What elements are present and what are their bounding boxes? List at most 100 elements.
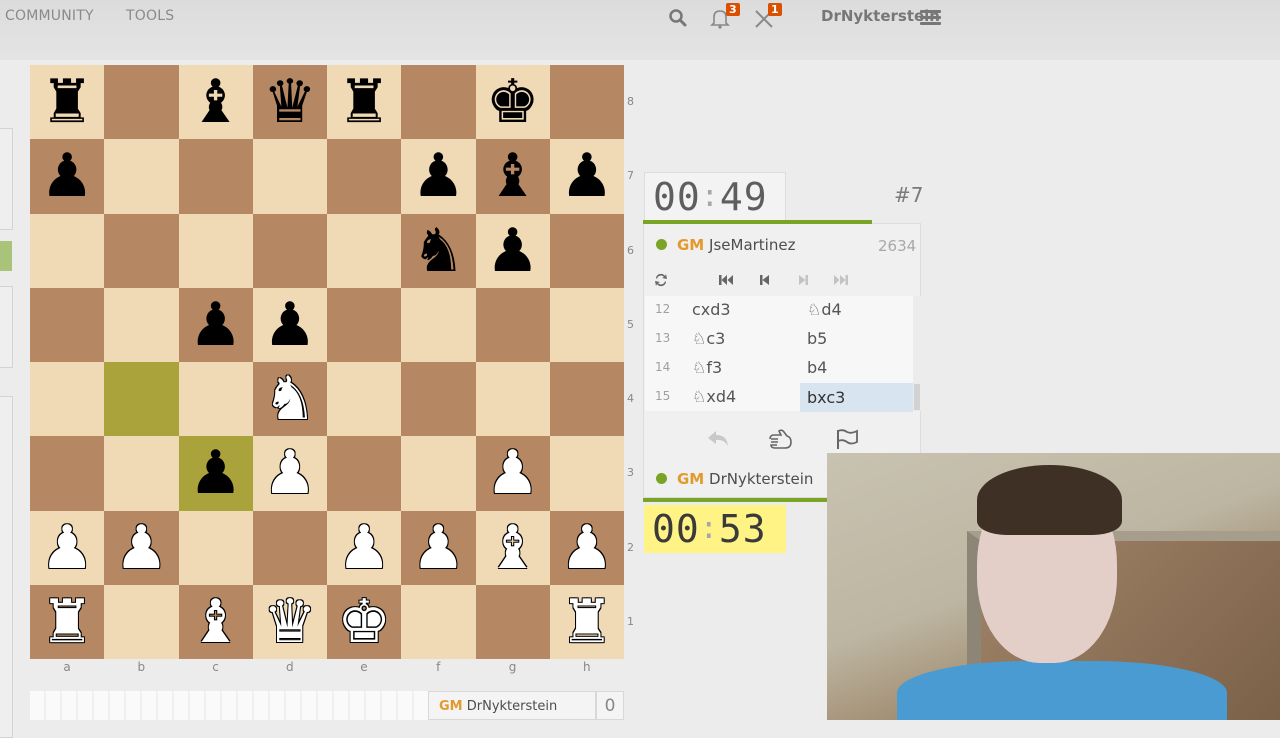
square-c6[interactable] [178,213,253,288]
black-pawn-icon[interactable]: ♟ [189,443,243,503]
square-e4[interactable] [327,362,402,437]
square-b4[interactable] [104,362,179,437]
square-d3[interactable]: ♟ [252,436,327,511]
white-pawn-icon[interactable]: ♟ [411,518,465,578]
square-f8[interactable] [401,65,476,140]
white-pawn-icon[interactable]: ♟ [40,518,94,578]
square-d5[interactable]: ♟ [252,287,327,362]
square-e6[interactable] [327,213,402,288]
white-queen-icon[interactable]: ♛ [263,592,317,652]
white-pawn-icon[interactable]: ♟ [114,518,168,578]
square-a1[interactable]: ♜ [30,584,105,659]
square-h8[interactable] [549,65,624,140]
square-d7[interactable] [252,139,327,214]
square-d4[interactable]: ♞ [252,362,327,437]
nav-community[interactable]: COMMUNITY [5,8,94,24]
resign-flag-icon[interactable] [834,428,860,455]
player-name[interactable]: DrNykterstein [467,699,557,714]
black-king-icon[interactable]: ♚ [486,72,540,132]
square-b1[interactable] [104,584,179,659]
square-c8[interactable]: ♝ [178,65,253,140]
draw-offer-icon[interactable] [767,428,795,455]
square-c7[interactable] [178,139,253,214]
square-g3[interactable]: ♟ [475,436,550,511]
flip-board-icon[interactable] [653,272,669,292]
square-b3[interactable] [104,436,179,511]
white-pawn-icon[interactable]: ♟ [486,443,540,503]
search-icon[interactable] [668,8,690,30]
white-rook-icon[interactable]: ♜ [40,592,94,652]
square-f3[interactable] [401,436,476,511]
white-pawn-icon[interactable]: ♟ [560,518,614,578]
nav-tools[interactable]: TOOLS [126,8,174,24]
black-pawn-icon[interactable]: ♟ [189,295,243,355]
square-d1[interactable]: ♛ [252,584,327,659]
scrollbar-thumb[interactable] [914,384,920,410]
square-a4[interactable] [30,362,105,437]
black-pawn-icon[interactable]: ♟ [40,146,94,206]
player-name[interactable]: JseMartinez [709,236,795,254]
square-e2[interactable]: ♟ [327,510,402,585]
square-h7[interactable]: ♟ [549,139,624,214]
square-e8[interactable]: ♜ [327,65,402,140]
active-black-move[interactable]: bxc3 [800,383,913,412]
square-g6[interactable]: ♟ [475,213,550,288]
white-pawn-icon[interactable]: ♟ [263,443,317,503]
move-list-scrollbar[interactable] [913,296,921,411]
next-move-icon[interactable] [795,272,811,292]
square-f6[interactable]: ♞ [401,213,476,288]
square-g1[interactable] [475,584,550,659]
square-g5[interactable] [475,287,550,362]
square-d8[interactable]: ♛ [252,65,327,140]
square-a5[interactable] [30,287,105,362]
black-move[interactable]: b4 [807,358,827,377]
black-pawn-icon[interactable]: ♟ [486,221,540,281]
square-g4[interactable] [475,362,550,437]
black-queen-icon[interactable]: ♛ [263,72,317,132]
black-pawn-icon[interactable]: ♟ [560,146,614,206]
square-c3[interactable]: ♟ [178,436,253,511]
square-a2[interactable]: ♟ [30,510,105,585]
square-f7[interactable]: ♟ [401,139,476,214]
square-b6[interactable] [104,213,179,288]
square-h2[interactable]: ♟ [549,510,624,585]
white-king-icon[interactable]: ♚ [337,592,391,652]
hamburger-menu-icon[interactable] [920,10,941,25]
last-move-icon[interactable] [833,272,849,292]
takeback-icon[interactable] [706,428,732,453]
square-g7[interactable]: ♝ [475,139,550,214]
black-bishop-icon[interactable]: ♝ [189,72,243,132]
square-b2[interactable]: ♟ [104,510,179,585]
square-f5[interactable] [401,287,476,362]
prev-move-icon[interactable] [757,272,773,292]
square-b8[interactable] [104,65,179,140]
square-e7[interactable] [327,139,402,214]
first-move-icon[interactable] [718,272,734,292]
square-g2[interactable]: ♝ [475,510,550,585]
square-f4[interactable] [401,362,476,437]
square-c1[interactable]: ♝ [178,584,253,659]
square-c5[interactable]: ♟ [178,287,253,362]
square-d6[interactable] [252,213,327,288]
black-pawn-icon[interactable]: ♟ [263,295,317,355]
black-pawn-icon[interactable]: ♟ [411,146,465,206]
black-bishop-icon[interactable]: ♝ [486,146,540,206]
square-h4[interactable] [549,362,624,437]
square-h1[interactable]: ♜ [549,584,624,659]
square-a8[interactable]: ♜ [30,65,105,140]
white-bishop-icon[interactable]: ♝ [486,518,540,578]
chess-board[interactable]: ♜ ♝ ♛ ♜ ♚ ♟ ♟ ♝ ♟ ♞ ♟ ♟ ♟ ♞ ♟ ♟ ♟ ♟ ♟ ♟ ♟ ♝ ♟ ♜ ♝ ♛ ♚ ♜ [30,65,624,659]
black-move[interactable]: b5 [807,329,827,348]
square-c4[interactable] [178,362,253,437]
square-f1[interactable] [401,584,476,659]
white-move[interactable]: ♘f3 [692,358,722,377]
white-rook-icon[interactable]: ♜ [560,592,614,652]
square-b7[interactable] [104,139,179,214]
square-h3[interactable] [549,436,624,511]
white-move[interactable]: ♘c3 [692,329,725,348]
square-e5[interactable] [327,287,402,362]
black-move[interactable]: ♘d4 [807,300,842,319]
square-a6[interactable] [30,213,105,288]
black-rook-icon[interactable]: ♜ [337,72,391,132]
square-h6[interactable] [549,213,624,288]
